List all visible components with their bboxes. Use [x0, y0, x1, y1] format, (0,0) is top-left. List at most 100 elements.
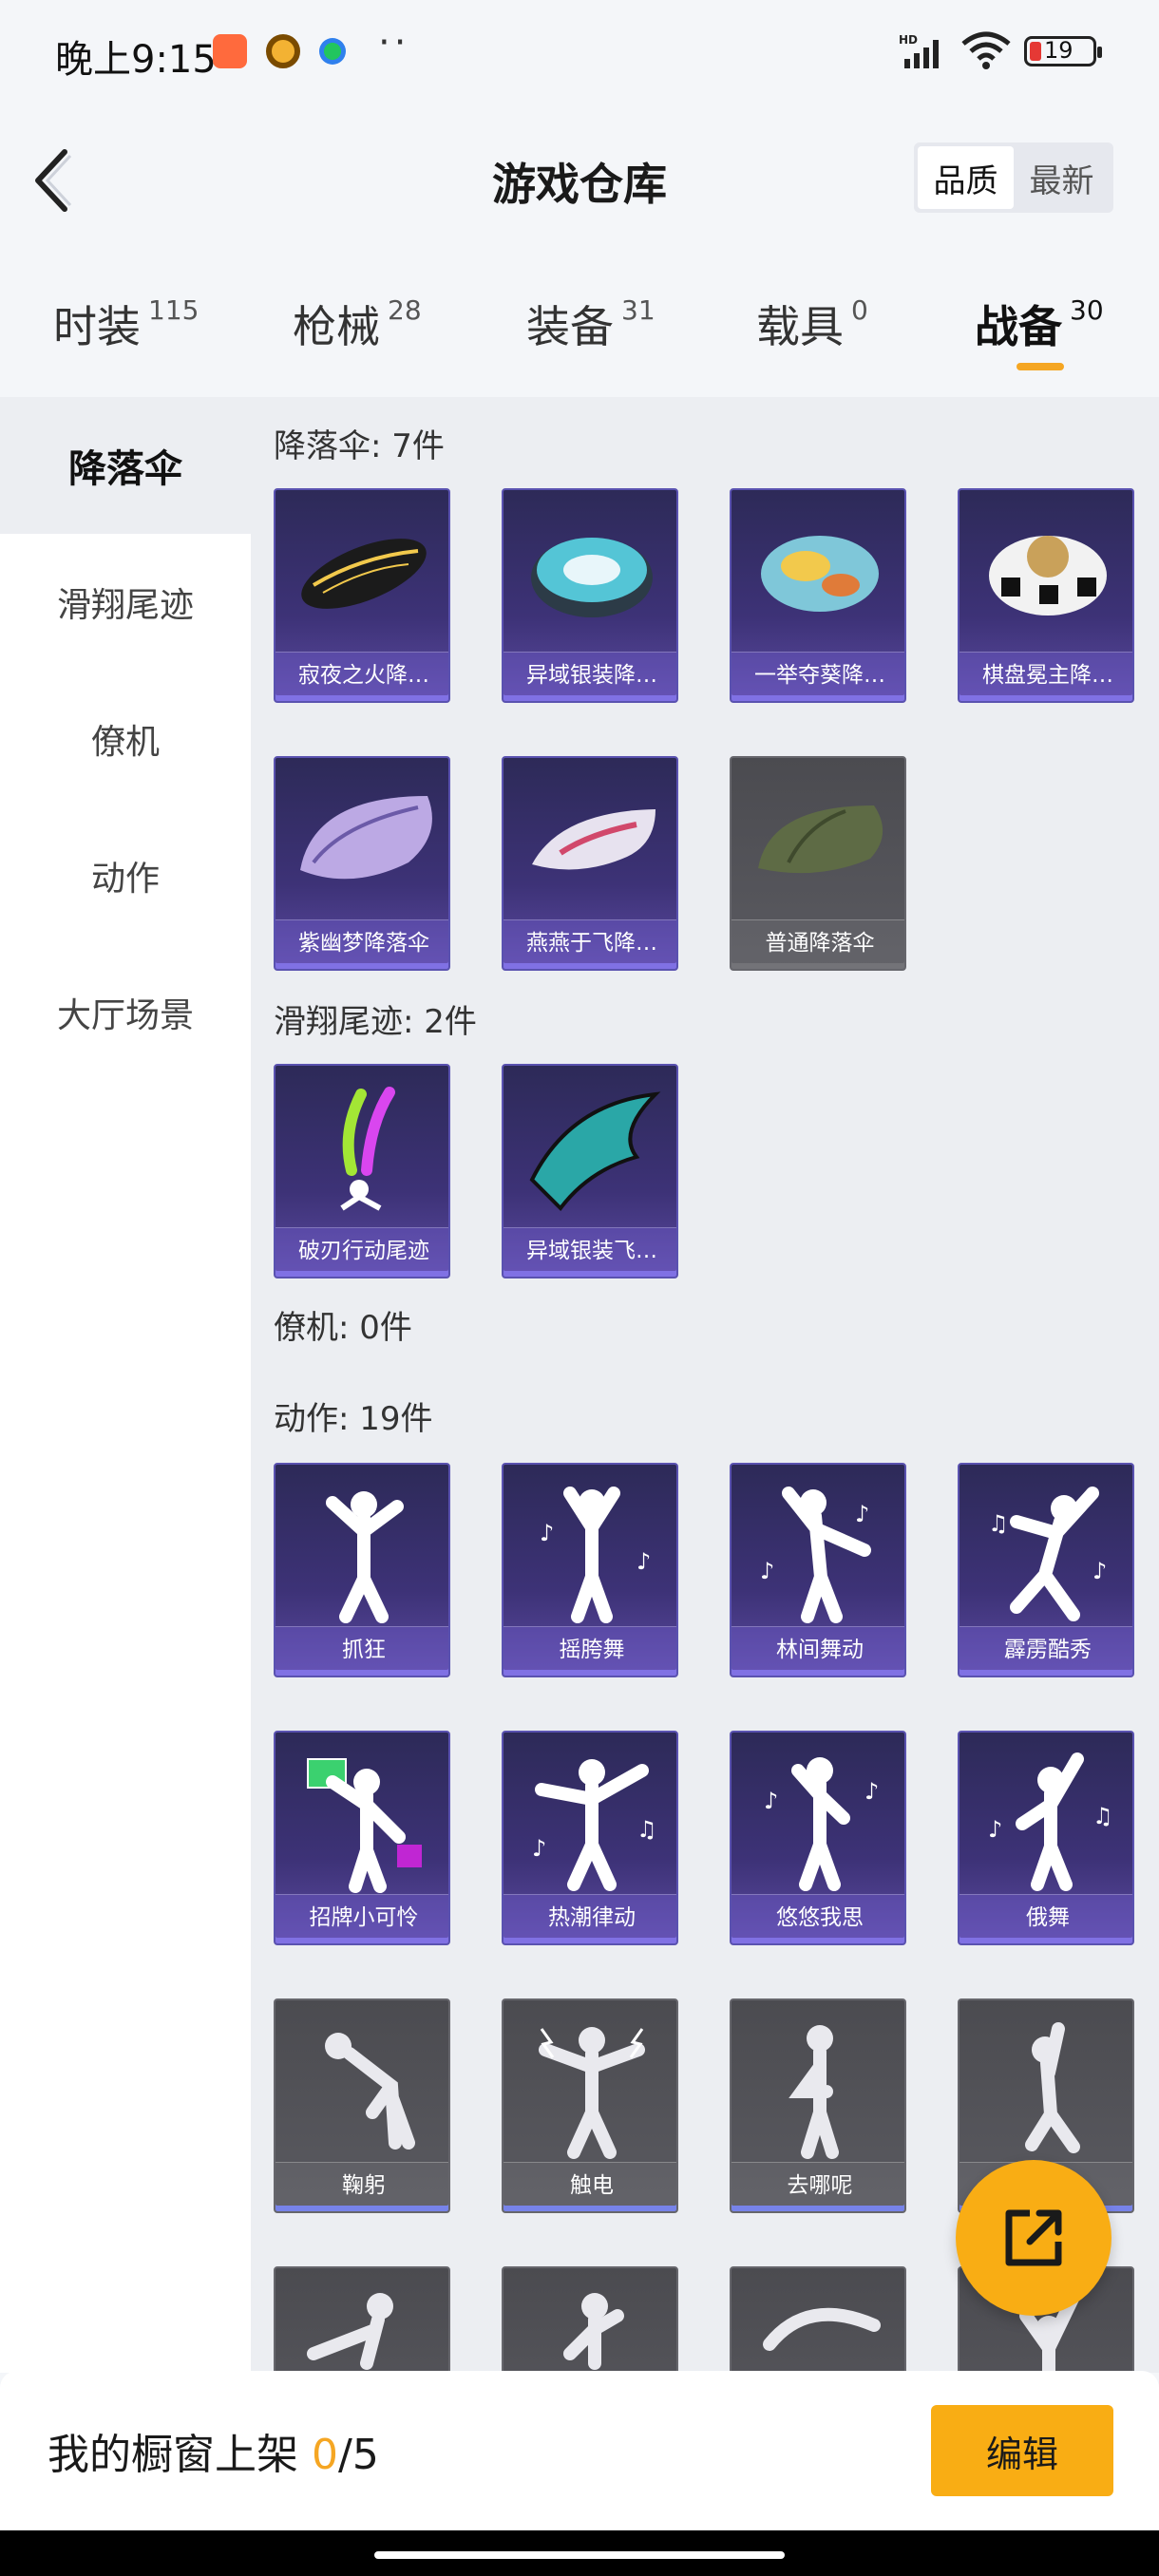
signal-icon: HD [899, 33, 939, 68]
glide-trail-icon [529, 1091, 661, 1212]
tab-label: 时装 [53, 301, 141, 352]
sidebar-item-wingman[interactable]: 僚机 [0, 671, 251, 807]
tab-label: 枪械 [293, 301, 380, 352]
dancer-icon: ♪♪ [760, 1487, 871, 1623]
item-card[interactable]: 异域银装飞… [502, 1064, 678, 1279]
tab-label: 载具 [756, 301, 844, 352]
section-title-wingman: 僚机: 0件 [274, 1309, 412, 1347]
item-name: 寂夜之火降… [276, 652, 448, 701]
shocked-figure-icon [539, 2027, 645, 2159]
parachute-icon [531, 538, 653, 617]
item-card[interactable]: 去哪呢 [730, 1998, 906, 2213]
item-name: 俄舞 [960, 1894, 1132, 1943]
item-card[interactable]: ♫ ♪ 霹雳酷秀 [958, 1463, 1134, 1677]
battery-level: 19 [1044, 37, 1074, 64]
sidebar-item-lobby-scene[interactable]: 大厅场景 [0, 944, 251, 1081]
parachute-icon [761, 536, 879, 612]
svg-text:♪: ♪ [864, 1778, 879, 1805]
edit-button[interactable]: 编辑 [931, 2405, 1113, 2496]
item-name: 招牌小可怜 [276, 1894, 448, 1943]
standing-figure-icon [788, 2025, 839, 2159]
item-name: 去哪呢 [732, 2162, 904, 2211]
dancer-icon: ♪♪ [764, 1757, 879, 1891]
home-indicator[interactable] [374, 2551, 785, 2559]
share-external-icon [1005, 2209, 1062, 2266]
item-card[interactable]: 触电 [502, 1998, 678, 2213]
sidebar-item-glide-trail[interactable]: 滑翔尾迹 [0, 534, 251, 671]
item-name: 鞠躬 [276, 2162, 448, 2211]
item-card[interactable]: 一举夺葵降… [730, 488, 906, 703]
app-header: 游戏仓库 品质 最新 [0, 104, 1159, 256]
item-card[interactable]: 招牌小可怜 [274, 1731, 450, 1945]
item-card[interactable]: ♪ ♪ 林间舞动 [730, 1463, 906, 1677]
music-app-icon [266, 34, 300, 68]
battery-icon: 19 [1024, 36, 1102, 66]
svg-text:♪: ♪ [764, 1788, 778, 1814]
tab-count: 115 [148, 294, 200, 326]
svg-text:♪: ♪ [855, 1501, 869, 1527]
item-card[interactable]: ♪ ♪ 悠悠我思 [730, 1731, 906, 1945]
item-name: 破刃行动尾迹 [276, 1227, 448, 1277]
sidebar-item-parachute[interactable]: 降落伞 [0, 397, 251, 534]
item-name: 异域银装降… [504, 652, 676, 701]
item-card[interactable]: 棋盘冕主降… [958, 488, 1134, 703]
item-name: 抓狂 [276, 1626, 448, 1676]
parachute-icon [758, 805, 884, 874]
tab-outfits[interactable]: 时装 115 [53, 293, 199, 355]
tab-count: 31 [621, 294, 656, 326]
bottom-action-bar: 我的橱窗上架 0/5 编辑 [0, 2371, 1159, 2532]
sidebar-item-emote[interactable]: 动作 [0, 807, 251, 944]
tab-count: 0 [851, 294, 868, 326]
svg-text:♫: ♫ [988, 1510, 1009, 1537]
item-card[interactable]: 抓狂 [274, 1463, 450, 1677]
dancer-icon: ♪♪ [540, 1487, 651, 1623]
active-tab-indicator [1016, 363, 1064, 370]
sort-quality-button[interactable]: 品质 [918, 146, 1014, 209]
item-card[interactable]: 紫幽梦降落伞 [274, 756, 450, 971]
svg-text:♪: ♪ [636, 1548, 651, 1575]
item-card[interactable]: 寂夜之火降… [274, 488, 450, 703]
item-card[interactable]: 燕燕于飞降… [502, 756, 678, 971]
item-card[interactable]: ♪ ♫ 热潮律动 [502, 1731, 678, 1945]
tab-weapons[interactable]: 枪械 28 [293, 293, 422, 355]
svg-text:♫: ♫ [636, 1816, 657, 1843]
parachute-icon [301, 539, 427, 609]
item-card[interactable]: 普通降落伞 [730, 756, 906, 971]
share-button[interactable] [956, 2160, 1112, 2316]
svg-text:♪: ♪ [988, 1816, 1002, 1843]
sort-toggle: 品质 最新 [914, 142, 1113, 213]
sort-newest-button[interactable]: 最新 [1014, 146, 1110, 209]
item-name: 一举夺葵降… [732, 652, 904, 701]
more-notifications-icon: ·· [378, 21, 410, 65]
item-name: 普通降落伞 [732, 919, 904, 969]
figure-icon [763, 2307, 881, 2351]
dancer-icon [326, 1491, 404, 1623]
tab-count: 28 [388, 294, 422, 326]
tab-label: 战备 [975, 301, 1062, 352]
item-grid-panel: 降落伞: 7件 寂夜之火降… 异域银装降… 一举夺葵降… 棋盘冕主降… 紫幽梦降… [251, 397, 1159, 2373]
item-name: 紫幽梦降落伞 [276, 919, 448, 969]
item-card[interactable]: 异域银装降… [502, 488, 678, 703]
svg-text:♫: ♫ [1092, 1803, 1113, 1829]
tab-vehicles[interactable]: 载具 0 [756, 293, 868, 355]
browser-app-icon [319, 38, 346, 65]
item-card[interactable] [502, 2266, 678, 2373]
item-name: 异域银装飞… [504, 1227, 676, 1277]
section-title-parachute: 降落伞: 7件 [274, 427, 445, 465]
item-card[interactable]: ♪ ♫ 俄舞 [958, 1731, 1134, 1945]
item-card[interactable]: ♪ ♪ 摇胯舞 [502, 1463, 678, 1677]
item-card[interactable]: 鞠躬 [274, 1998, 450, 2213]
tab-supplies[interactable]: 战备 30 [975, 293, 1104, 355]
item-name: 霹雳酷秀 [960, 1626, 1132, 1676]
dancer-icon: ♪♫ [532, 1759, 657, 1891]
item-card[interactable]: 破刃行动尾迹 [274, 1064, 450, 1279]
svg-text:♪: ♪ [1092, 1558, 1107, 1584]
item-name: 燕燕于飞降… [504, 919, 676, 969]
shelf-status: 我的橱窗上架 0/5 [48, 2420, 379, 2481]
item-card[interactable] [730, 2266, 906, 2373]
praying-figure-icon [1025, 2022, 1080, 2153]
status-time: 晚上9:15 [55, 38, 217, 82]
tab-equipment[interactable]: 装备 31 [526, 293, 656, 355]
item-card[interactable] [274, 2266, 450, 2373]
shelf-current-count: 0 [312, 2431, 338, 2479]
